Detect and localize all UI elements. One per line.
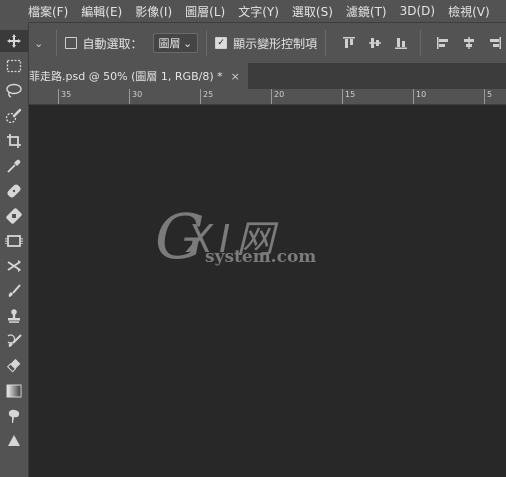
document-tab-title: 菲走路.psd @ 50% (圖層 1, RGB/8) * — [29, 70, 223, 83]
ruler-tick — [271, 89, 272, 104]
ruler-tick — [484, 89, 485, 104]
options-divider — [419, 30, 421, 56]
align-right-icon[interactable] — [484, 32, 506, 54]
patch-tool-icon[interactable] — [0, 205, 28, 227]
align-top-icon[interactable] — [338, 32, 360, 54]
menu-layer[interactable]: 圖層(L) — [185, 3, 225, 20]
options-divider — [55, 30, 57, 56]
auto-select-value: 圖層 — [158, 37, 181, 50]
gradient-tool-icon[interactable] — [0, 380, 28, 402]
ruler-tick — [129, 89, 130, 104]
ruler-label: 15 — [345, 90, 356, 99]
options-divider — [206, 30, 208, 56]
menu-view[interactable]: 檢視(V) — [448, 3, 490, 20]
chevron-down-icon: ⌄ — [183, 36, 193, 50]
eraser-tool-icon[interactable] — [0, 355, 28, 377]
options-divider — [325, 30, 327, 56]
healing-brush-tool-icon[interactable] — [0, 180, 28, 202]
quick-selection-tool-icon[interactable] — [0, 105, 28, 127]
menu-filter[interactable]: 濾鏡(T) — [346, 3, 387, 20]
document-tab-bar: 菲走路.psd @ 50% (圖層 1, RGB/8) * × — [29, 63, 506, 89]
crop-tool-icon[interactable] — [0, 130, 28, 152]
canvas-area[interactable]: G XI网 system.com — [29, 105, 506, 477]
ruler-label: 30 — [132, 90, 143, 99]
watermark-sub: system.com — [205, 247, 317, 267]
watermark-logo: G XI网 system.com — [155, 200, 355, 280]
ruler-label: 10 — [416, 90, 427, 99]
content-aware-move-tool-icon[interactable] — [0, 255, 28, 277]
sharpen-tool-icon[interactable] — [0, 430, 28, 452]
ruler-tick — [342, 89, 343, 104]
marquee-tool-icon[interactable] — [0, 55, 28, 77]
blur-tool-icon[interactable] — [0, 405, 28, 427]
tool-preset-chevron-icon[interactable]: ⌄ — [30, 37, 48, 50]
document-tab[interactable]: 菲走路.psd @ 50% (圖層 1, RGB/8) * × — [29, 63, 248, 89]
options-bar: ⌄ 自動選取： 圖層 ⌄ ✓ 顯示變形控制項 — [0, 22, 506, 63]
frame-tool-icon[interactable] — [0, 230, 28, 252]
align-vertical-center-icon[interactable] — [364, 32, 386, 54]
horizontal-ruler[interactable]: 35 30 25 20 15 10 5 — [29, 89, 506, 105]
align-horizontal-center-icon[interactable] — [458, 32, 480, 54]
ruler-tick — [200, 89, 201, 104]
menu-3d[interactable]: 3D(D) — [400, 4, 435, 18]
ruler-label: 20 — [274, 90, 285, 99]
align-left-icon[interactable] — [433, 32, 455, 54]
tools-panel — [0, 22, 29, 477]
auto-select-dropdown[interactable]: 圖層 ⌄ — [152, 33, 199, 53]
ruler-label: 25 — [203, 90, 214, 99]
menu-bar: 檔案(F) 編輯(E) 影像(I) 圖層(L) 文字(Y) 選取(S) 濾鏡(T… — [0, 0, 506, 22]
panel-grip — [0, 0, 28, 22]
show-transform-checkbox[interactable]: ✓ — [215, 37, 228, 49]
menu-type[interactable]: 文字(Y) — [238, 3, 279, 20]
move-tool-icon[interactable] — [0, 30, 28, 52]
tools-panel-collapse[interactable] — [0, 22, 28, 30]
close-icon[interactable]: × — [231, 70, 240, 83]
clone-stamp-tool-icon[interactable] — [0, 305, 28, 327]
show-transform-label: 顯示變形控制項 — [233, 36, 318, 51]
ruler-label: 5 — [487, 90, 493, 99]
menu-edit[interactable]: 編輯(E) — [81, 3, 122, 20]
brush-tool-icon[interactable] — [0, 280, 28, 302]
auto-select-label: 自動選取： — [82, 36, 143, 51]
auto-select-checkbox[interactable] — [64, 37, 77, 49]
lasso-tool-icon[interactable] — [0, 80, 28, 102]
ruler-tick — [58, 89, 59, 104]
menu-image[interactable]: 影像(I) — [135, 3, 172, 20]
menu-select[interactable]: 選取(S) — [292, 3, 333, 20]
ruler-label: 35 — [61, 90, 72, 99]
ruler-tick — [413, 89, 414, 104]
align-bottom-icon[interactable] — [390, 32, 412, 54]
eyedropper-tool-icon[interactable] — [0, 155, 28, 177]
history-brush-tool-icon[interactable] — [0, 330, 28, 352]
menu-file[interactable]: 檔案(F) — [28, 3, 68, 20]
